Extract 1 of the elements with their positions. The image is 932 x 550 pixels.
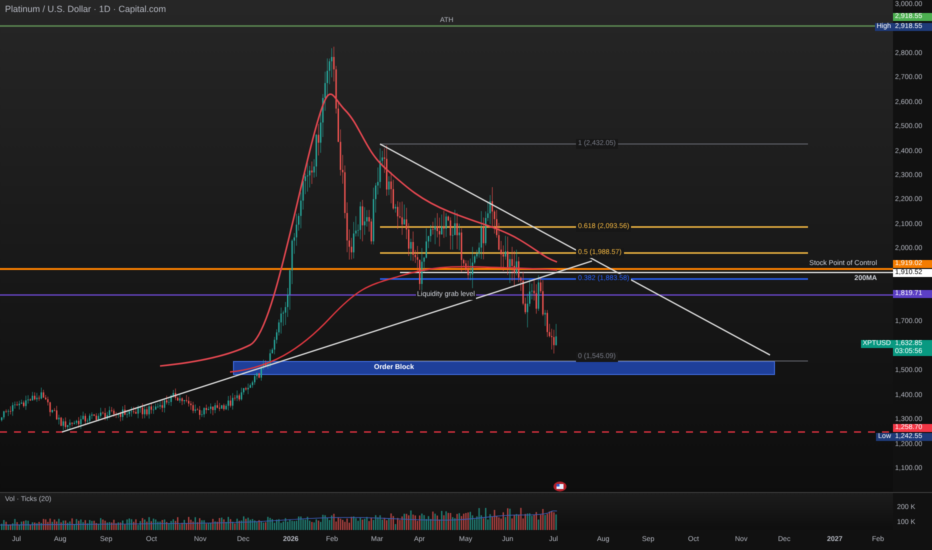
chart-title: Platinum / U.S. Dollar · 1D · Capital.com xyxy=(5,3,166,16)
